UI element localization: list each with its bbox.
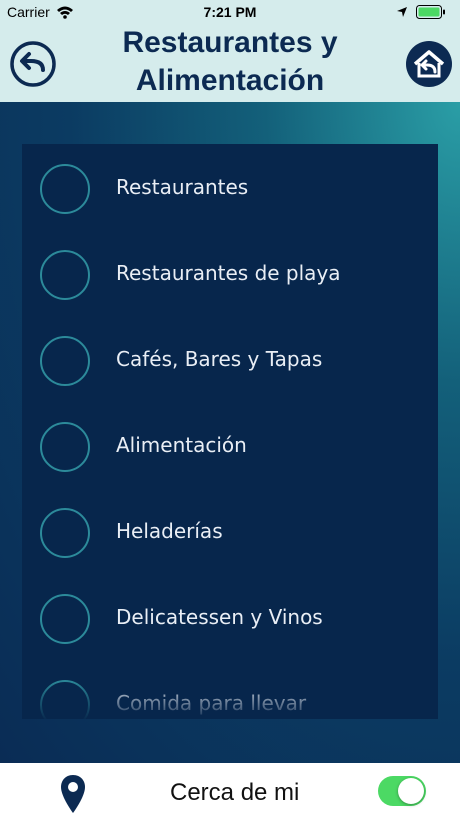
nearby-label: Cerca de mi <box>170 779 300 806</box>
footer-bar: Cerca de mi <box>0 763 460 818</box>
list-item-label: Restaurantes de playa <box>116 261 341 285</box>
radio-icon[interactable] <box>40 164 90 214</box>
list-item-label: Comida para llevar <box>116 691 307 715</box>
toggle-knob <box>398 778 424 804</box>
nearby-toggle[interactable] <box>378 776 426 806</box>
home-icon <box>406 41 452 87</box>
list-item-label: Alimentación <box>116 433 247 457</box>
list-item-restaurantes-de-playa[interactable]: Restaurantes de playa <box>22 230 438 316</box>
list-item-heladerias[interactable]: Heladerías <box>22 488 438 574</box>
radio-icon[interactable] <box>40 336 90 386</box>
nav-header: Restaurantes y Alimentación <box>0 24 460 102</box>
battery-icon <box>416 5 446 22</box>
category-list: Restaurantes Restaurantes de playa Cafés… <box>22 144 438 719</box>
clock: 7:21 PM <box>203 4 257 20</box>
list-item-restaurantes[interactable]: Restaurantes <box>22 144 438 230</box>
list-item-label: Restaurantes <box>116 175 249 199</box>
radio-icon[interactable] <box>40 250 90 300</box>
list-item-cafes-bares-tapas[interactable]: Cafés, Bares y Tapas <box>22 316 438 402</box>
page-title: Restaurantes y Alimentación <box>122 26 338 97</box>
list-item-alimentacion[interactable]: Alimentación <box>22 402 438 488</box>
status-bar: Carrier 7:21 PM <box>0 0 460 24</box>
back-button[interactable] <box>9 40 57 88</box>
list-item-label: Delicatessen y Vinos <box>116 605 323 629</box>
back-arrow-icon <box>10 41 56 87</box>
map-pin-icon[interactable] <box>59 773 87 815</box>
list-item-comida-para-llevar[interactable]: Comida para llevar <box>22 660 438 719</box>
location-arrow-icon <box>396 5 408 21</box>
radio-icon[interactable] <box>40 680 90 719</box>
list-item-label: Heladerías <box>116 519 223 543</box>
radio-icon[interactable] <box>40 422 90 472</box>
list-item-delicatessen-vinos[interactable]: Delicatessen y Vinos <box>22 574 438 660</box>
radio-icon[interactable] <box>40 508 90 558</box>
radio-icon[interactable] <box>40 594 90 644</box>
list-item-label: Cafés, Bares y Tapas <box>116 347 323 371</box>
home-button[interactable] <box>405 40 453 88</box>
